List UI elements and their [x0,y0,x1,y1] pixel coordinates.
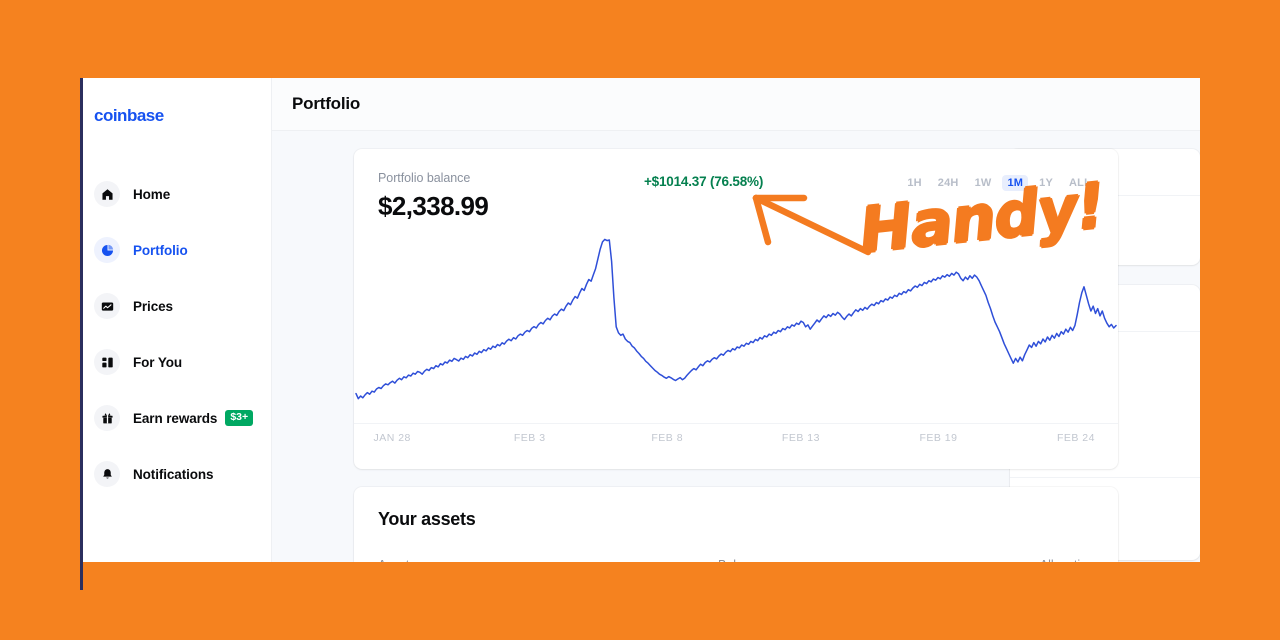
chart-header: Portfolio balance $2,338.99 +$1014.37 (7… [354,149,1118,229]
sidebar-item-label: Prices [133,298,173,314]
range-button-1y[interactable]: 1Y [1034,175,1058,191]
sidebar-item-home[interactable]: Home [80,166,271,222]
sidebar-item-label: Earn rewards [133,410,218,426]
time-range-selector: 1H 24H 1W 1M 1Y ALL [902,175,1096,191]
range-button-all[interactable]: ALL [1064,175,1096,191]
earn-rewards-badge: $3+ [225,410,254,426]
your-assets-title: Your assets [378,509,476,529]
grid-icon [94,349,120,375]
column-header-balance: Balance [718,558,984,562]
pie-chart-icon [94,237,120,263]
x-axis-tick-label: FEB 19 [919,432,958,444]
assets-table-header: Asset Balance Allocation [378,558,1094,562]
sidebar-item-label: Notifications [133,466,214,482]
sidebar-item-label: For You [133,354,183,370]
sidebar-item-label: Portfolio [133,242,188,258]
chart-line-icon [94,293,120,319]
chart-line-path [355,238,1117,400]
sidebar-item-prices[interactable]: Prices [80,278,271,334]
x-axis-tick-label: FEB 13 [781,432,820,444]
x-axis-tick-label: JAN 28 [373,432,411,444]
sidebar-item-notifications[interactable]: Notifications [80,446,271,502]
gift-icon [94,405,120,431]
content-area: Portfolio balance $2,338.99 +$1014.37 (7… [272,131,1200,562]
sidebar-item-for-you[interactable]: For You [80,334,271,390]
portfolio-line-chart[interactable] [354,231,1118,421]
sidebar-item-label: Home [133,186,171,202]
range-button-1w[interactable]: 1W [970,175,997,191]
home-icon [94,181,120,207]
x-axis-tick-label: FEB 8 [651,432,684,444]
window-left-border [80,78,83,590]
portfolio-chart-card: Portfolio balance $2,338.99 +$1014.37 (7… [354,149,1118,469]
sidebar-item-earn-rewards[interactable]: Earn rewards $3+ [80,390,271,446]
portfolio-balance-label: Portfolio balance [378,171,471,185]
app-window: coinbase Home Portfolio Prices For You E… [80,78,1200,562]
range-button-1m[interactable]: 1M [1002,175,1029,191]
your-assets-card: Your assets Asset Balance Allocation [354,487,1118,562]
topbar: Portfolio [272,78,1200,131]
column-header-allocation: Allocation [984,558,1094,562]
range-button-24h[interactable]: 24H [933,175,964,191]
sidebar-item-portfolio[interactable]: Portfolio [80,222,271,278]
main-column: Portfolio Portfolio balance $2,338.99 +$… [272,78,1200,562]
center-column: Portfolio balance $2,338.99 +$1014.37 (7… [272,131,1118,562]
page-title: Portfolio [292,94,361,113]
bell-icon [94,461,120,487]
sidebar-nav: Home Portfolio Prices For You Earn rewar… [80,166,271,502]
sidebar: coinbase Home Portfolio Prices For You E… [80,78,272,562]
coinbase-logo[interactable]: coinbase [80,92,271,144]
portfolio-balance-value: $2,338.99 [378,191,489,221]
x-axis-tick-label: FEB 24 [1056,432,1095,444]
chart-x-axis: JAN 28 FEB 3 FEB 8 FEB 13 FEB 19 FEB 24 [354,423,1118,469]
column-header-asset: Asset [378,558,718,562]
portfolio-change-value: +$1014.37 (76.58%) [644,174,764,189]
range-button-1h[interactable]: 1H [902,175,926,191]
balance-block: Portfolio balance $2,338.99 [378,171,489,222]
x-axis-tick-label: FEB 3 [513,432,546,444]
coinbase-logo-text: coinbase [94,106,164,125]
